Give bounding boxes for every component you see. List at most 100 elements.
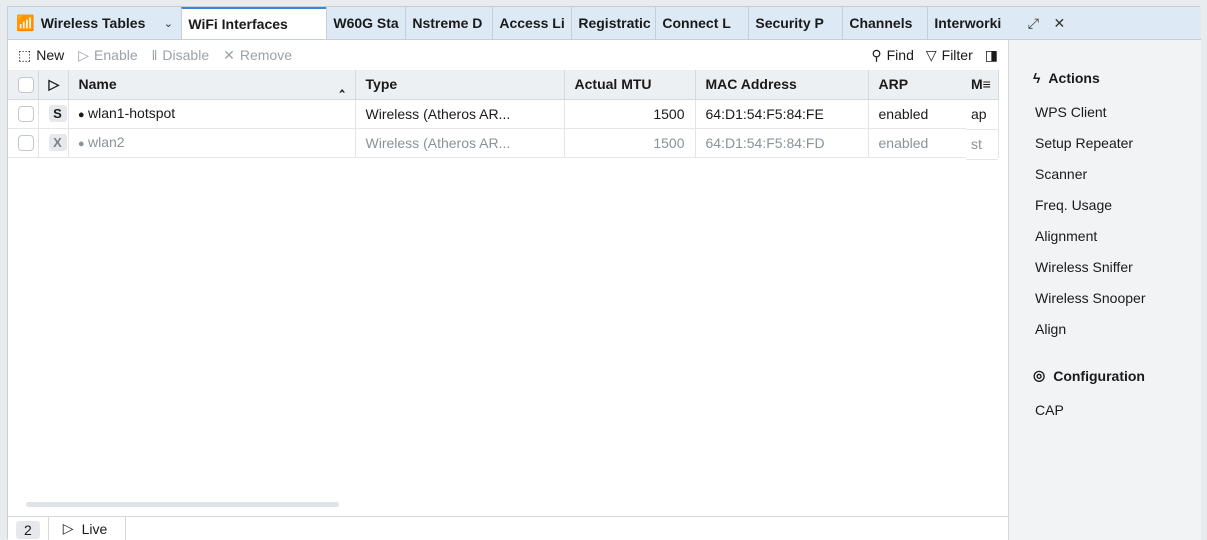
cell-mac: 64:D1:54:F5:84:FD bbox=[695, 128, 869, 158]
column-header-mode[interactable]: M≡ bbox=[966, 70, 998, 100]
tab-dropdown-button[interactable]: ⌄ bbox=[155, 7, 181, 39]
action-wps-client[interactable]: WPS Client bbox=[1035, 97, 1201, 128]
tab-interworking[interactable]: Interworki bbox=[927, 7, 1020, 39]
flag-badge: X bbox=[48, 134, 67, 151]
select-all-checkbox[interactable] bbox=[8, 70, 39, 100]
cell-mode: st bbox=[966, 130, 998, 160]
config-cap[interactable]: CAP bbox=[1035, 395, 1201, 426]
tab-connect-list[interactable]: Connect L bbox=[655, 7, 748, 39]
tab-label: Connect L bbox=[662, 15, 731, 31]
toolbar: ⬚ New ▷ Enable ‖ Disable ✕ Remove ⚲ Find ▽ Fil… bbox=[8, 40, 1008, 70]
column-header-label: Actual MTU bbox=[574, 76, 652, 93]
tab-security-profiles[interactable]: Security P bbox=[748, 7, 842, 39]
actions-heading: ϟ Actions bbox=[1033, 70, 1201, 86]
tab-label: Security P bbox=[755, 15, 824, 31]
close-window-icon[interactable]: ✕ bbox=[1046, 7, 1072, 39]
toolbar-right: ⚲ Find ▽ Filter ◨ bbox=[871, 47, 998, 64]
column-header-actual-mtu[interactable]: Actual MTU bbox=[564, 70, 696, 100]
wireless-interface-icon: ⦁ bbox=[78, 138, 85, 150]
tab-access-list[interactable]: Access Li bbox=[492, 7, 571, 39]
window-title: 📶 Wireless Tables bbox=[8, 7, 155, 39]
tab-registration[interactable]: Registratic bbox=[571, 7, 655, 39]
cell-type: Wireless (Atheros AR... bbox=[355, 99, 565, 129]
gear-icon: ◎ bbox=[1033, 367, 1046, 383]
play-icon: ▷ bbox=[62, 520, 74, 536]
tab-label: WiFi Interfaces bbox=[188, 16, 288, 32]
action-align[interactable]: Align bbox=[1035, 314, 1201, 345]
interfaces-table: ▷ Name ‸ Type Actual MTU MAC Address ARP… bbox=[8, 70, 999, 158]
new-button[interactable]: ⬚ New bbox=[18, 47, 64, 64]
remove-button[interactable]: ✕ Remove bbox=[223, 47, 292, 64]
wireless-interface-icon: ⦁ bbox=[78, 109, 85, 121]
find-label: Find bbox=[886, 47, 914, 63]
configuration-heading: ◎ Configuration bbox=[1033, 367, 1201, 384]
horizontal-scrollbar[interactable] bbox=[26, 502, 339, 507]
tab-label: Registratic bbox=[578, 15, 651, 31]
enable-button[interactable]: ▷ Enable bbox=[78, 47, 137, 64]
pause-icon: ‖ bbox=[151, 47, 158, 63]
cell-name-text: wlan2 bbox=[88, 134, 125, 150]
column-menu-icon[interactable]: ≡ bbox=[983, 76, 991, 92]
tab-label: Channels bbox=[849, 15, 913, 31]
configuration-heading-label: Configuration bbox=[1053, 367, 1145, 384]
cell-mode: ap bbox=[966, 100, 998, 130]
new-icon: ⬚ bbox=[18, 46, 32, 63]
table-row[interactable]: X ⦁ wlan2 Wireless (Atheros AR... 1500 64… bbox=[8, 128, 999, 158]
filter-icon: ▽ bbox=[925, 46, 937, 63]
window-title-label: Wireless Tables bbox=[40, 15, 146, 31]
sidebar-toggle-icon: ◨ bbox=[984, 46, 998, 63]
flag-icon: ▷ bbox=[48, 75, 60, 92]
tab-label: Nstreme D bbox=[412, 15, 483, 31]
tab-bar: 📶 Wireless Tables ⌄ WiFi Interfaces W60G… bbox=[8, 7, 1201, 40]
find-button[interactable]: ⚲ Find bbox=[871, 47, 914, 64]
cell-name-text: wlan1-hotspot bbox=[88, 105, 176, 121]
tab-w60g-station[interactable]: W60G Sta bbox=[326, 7, 405, 39]
wireless-icon: 📶 bbox=[16, 15, 35, 32]
search-icon: ⚲ bbox=[871, 46, 882, 63]
tab-label: Access Li bbox=[499, 15, 565, 31]
table-row[interactable]: S ⦁ wlan1-hotspot Wireless (Atheros AR...… bbox=[8, 99, 999, 129]
column-header-mac-address[interactable]: MAC Address bbox=[695, 70, 869, 100]
column-header-label: M bbox=[971, 76, 983, 92]
row-count-badge: 2 bbox=[16, 521, 40, 539]
row-flag: S bbox=[38, 99, 69, 129]
actions-sidebar: ϟ Actions WPS Client Setup Repeater Scann… bbox=[1008, 40, 1201, 540]
action-freq-usage[interactable]: Freq. Usage bbox=[1035, 190, 1201, 221]
disable-button[interactable]: ‖ Disable bbox=[152, 47, 210, 63]
cell-name: ⦁ wlan1-hotspot bbox=[68, 99, 356, 129]
action-scanner[interactable]: Scanner bbox=[1035, 159, 1201, 190]
row-checkbox[interactable] bbox=[8, 128, 39, 158]
live-label: Live bbox=[81, 520, 108, 537]
disable-label: Disable bbox=[162, 47, 210, 63]
detach-window-icon[interactable]: ⤢ bbox=[1020, 7, 1046, 39]
tab-nstreme-dual[interactable]: Nstreme D bbox=[405, 7, 492, 39]
column-header-name[interactable]: Name ‸ bbox=[68, 70, 356, 100]
cell-mac: 64:D1:54:F5:84:FE bbox=[695, 99, 869, 129]
filter-button[interactable]: ▽ Filter bbox=[926, 47, 973, 64]
action-wireless-snooper[interactable]: Wireless Snooper bbox=[1035, 283, 1201, 314]
actions-heading-label: Actions bbox=[1048, 70, 1100, 86]
cell-mtu: 1500 bbox=[564, 128, 696, 158]
table-header-row: ▷ Name ‸ Type Actual MTU MAC Address ARP bbox=[8, 70, 999, 100]
action-setup-repeater[interactable]: Setup Repeater bbox=[1035, 128, 1201, 159]
cell-name: ⦁ wlan2 bbox=[68, 128, 356, 158]
tab-channels[interactable]: Channels bbox=[842, 7, 927, 39]
live-button[interactable]: ▷ Live bbox=[47, 517, 127, 540]
row-flag: X bbox=[38, 128, 69, 158]
row-checkbox[interactable] bbox=[8, 99, 39, 129]
sort-ascending-icon: ‸ bbox=[339, 75, 345, 92]
action-alignment[interactable]: Alignment bbox=[1035, 221, 1201, 252]
toggle-sidebar-button[interactable]: ◨ bbox=[985, 47, 998, 64]
column-header-label: Type bbox=[365, 76, 398, 93]
tab-label: W60G Sta bbox=[333, 15, 399, 31]
play-icon: ▷ bbox=[78, 46, 90, 63]
flag-column-header[interactable]: ▷ bbox=[38, 70, 69, 100]
status-bar: 2 ▷ Live bbox=[8, 516, 1008, 540]
column-header-type[interactable]: Type bbox=[355, 70, 565, 100]
mode-column-overlay: M≡ ap st bbox=[966, 70, 998, 160]
flag-badge: S bbox=[48, 105, 67, 122]
wireless-tables-window: 📶 Wireless Tables ⌄ WiFi Interfaces W60G… bbox=[7, 6, 1201, 540]
filter-label: Filter bbox=[941, 47, 973, 63]
action-wireless-sniffer[interactable]: Wireless Sniffer bbox=[1035, 252, 1201, 283]
tab-wifi-interfaces[interactable]: WiFi Interfaces bbox=[181, 7, 327, 39]
